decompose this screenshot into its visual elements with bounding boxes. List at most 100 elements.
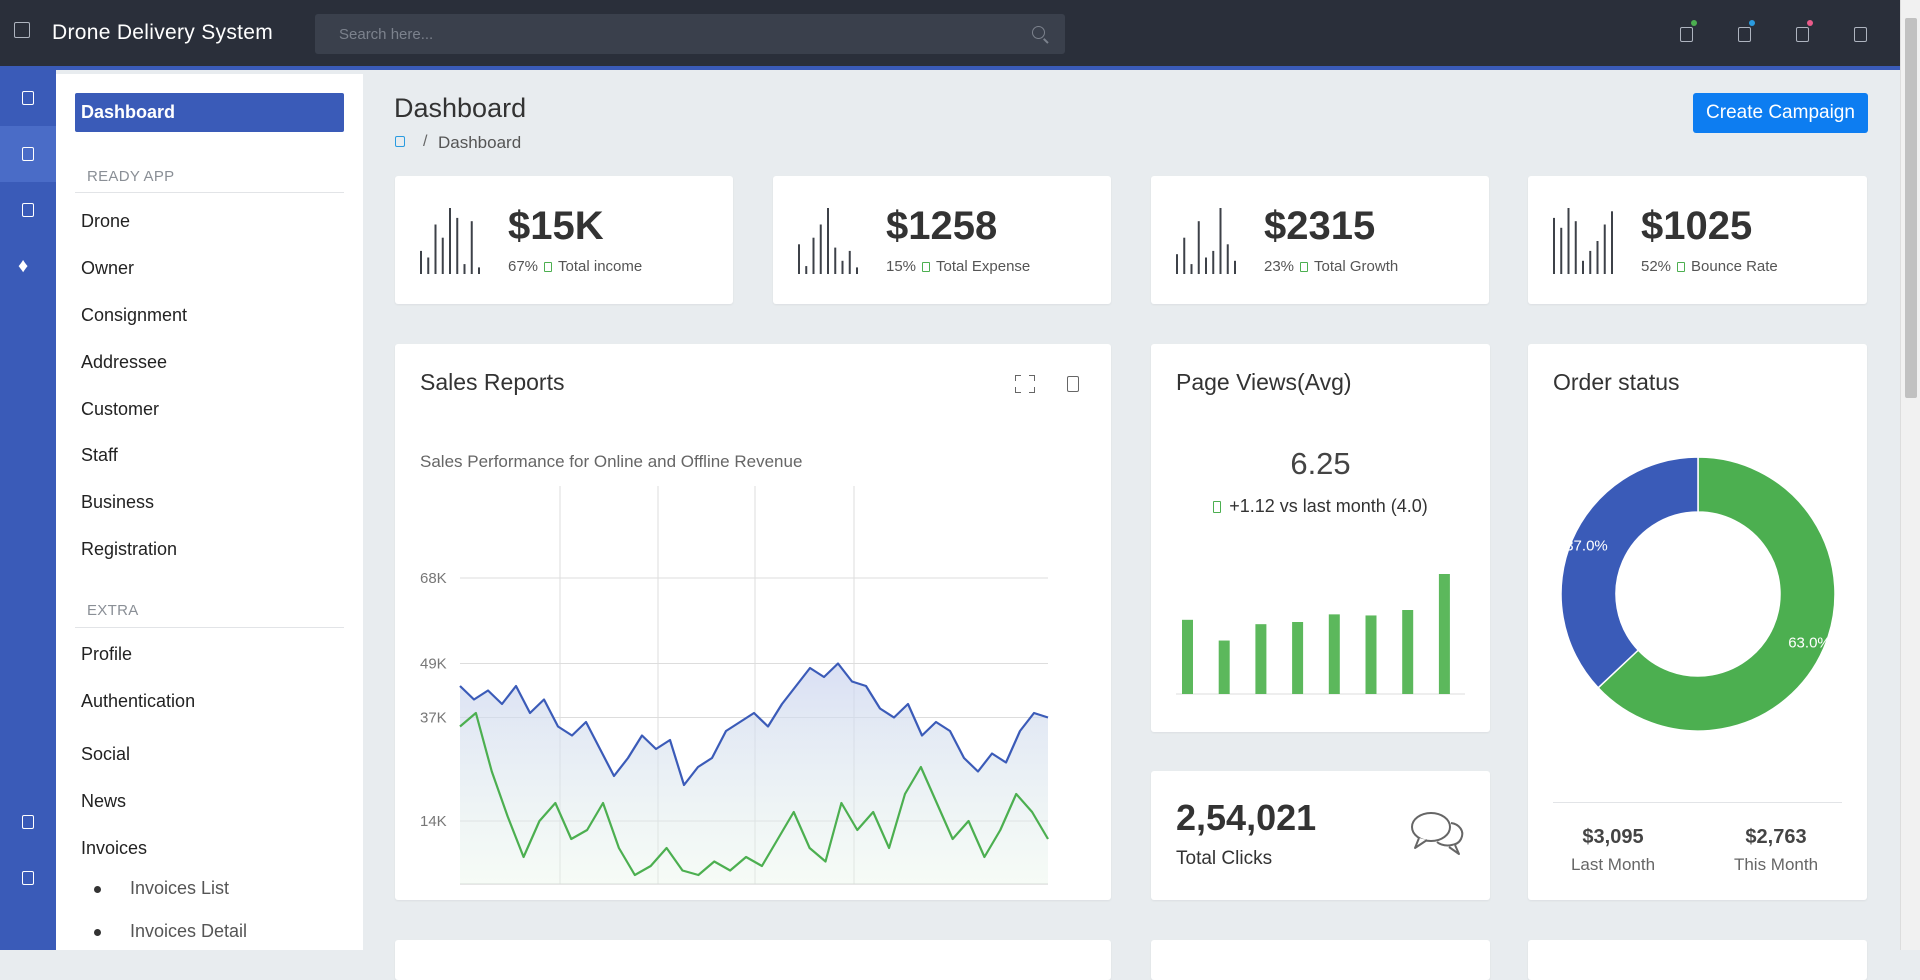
sidebar-item-news[interactable]: News: [81, 791, 126, 812]
mini-bar: [1589, 250, 1592, 274]
notification-icon[interactable]: [1680, 27, 1693, 42]
stat-caption: 23% Total Growth: [1264, 258, 1398, 275]
next-card: [1151, 940, 1490, 980]
sales-area-chart: 68K49K37K14KJAN 12FAB 24MARCH 18APR 31: [420, 486, 1049, 885]
rail-item-diamond[interactable]: ♦: [0, 238, 56, 294]
rail-item-dashboard[interactable]: [0, 126, 56, 182]
mail-dot: [1807, 20, 1813, 26]
search-input[interactable]: [315, 14, 1015, 54]
search-box: [315, 14, 1065, 54]
next-card: [395, 940, 1111, 980]
user-menu-icon[interactable]: [1854, 27, 1867, 42]
this-month-stat: $2,763 This Month: [1701, 826, 1851, 875]
page-scrollbar[interactable]: [1900, 0, 1920, 950]
mini-bar: [1234, 260, 1236, 274]
mini-bar: [441, 237, 444, 274]
mini-bar: [1596, 241, 1599, 274]
stat-minichart: [1553, 208, 1613, 274]
this-month-value: $2,763: [1745, 826, 1807, 848]
sidebar-item-invoices[interactable]: Invoices: [81, 838, 147, 859]
page-views-delta: +1.12 vs last month (4.0): [1151, 496, 1490, 517]
y-tick-label: 37K: [420, 710, 447, 727]
y-tick-label: 14K: [420, 813, 447, 830]
mini-bar: [856, 267, 858, 274]
mini-bar: [478, 267, 480, 274]
sidebar-item-addressee[interactable]: Addressee: [81, 352, 167, 373]
mini-bar: [841, 260, 844, 274]
mini-bar: [1560, 227, 1563, 274]
create-campaign-button[interactable]: Create Campaign: [1693, 93, 1868, 133]
order-status-card: Order status 63.0% 37.0% $3,095 Last Mont…: [1528, 344, 1867, 900]
sidebar-item-owner[interactable]: Owner: [81, 258, 134, 279]
menu-toggle-icon[interactable]: [14, 22, 30, 38]
mini-bar: [1205, 257, 1207, 274]
home-icon: [22, 91, 34, 105]
mini-bar: [812, 237, 815, 274]
section-label-ready-app: READY APP: [87, 168, 175, 185]
mini-bar: [1567, 208, 1570, 274]
divider: [75, 627, 344, 628]
stat-value: $1025: [1641, 204, 1753, 248]
sidebar-item-dashboard[interactable]: Dashboard: [75, 93, 344, 132]
download-icon[interactable]: [1067, 376, 1079, 392]
stat-percent: 23%: [1264, 258, 1295, 275]
stat-label: Bounce Rate: [1691, 258, 1778, 275]
diamond-icon: ♦: [18, 255, 29, 277]
mini-bar: [470, 221, 473, 274]
search-icon[interactable]: [1032, 26, 1045, 39]
sidebar-item-registration[interactable]: Registration: [81, 539, 177, 560]
mini-bar: [1190, 264, 1193, 274]
card-title: Sales Reports: [420, 369, 565, 395]
trend-icon: [544, 262, 553, 272]
stat-card-bounce: $1025 52% Bounce Rate: [1528, 176, 1867, 304]
last-month-label: Last Month: [1570, 855, 1656, 874]
fullscreen-icon[interactable]: [1015, 375, 1035, 393]
this-month-label: This Month: [1733, 855, 1819, 874]
mail-icon[interactable]: [1796, 27, 1809, 42]
main-content: Dashboard / Dashboard Create Campaign $1…: [363, 74, 1900, 980]
stat-minichart: [1176, 208, 1236, 274]
sidebar-subitem-invoices-list[interactable]: Invoices List: [130, 878, 229, 899]
stat-card-income: $15K 67% Total income: [395, 176, 733, 304]
message-icon[interactable]: [1738, 27, 1751, 42]
app-brand[interactable]: Drone Delivery System: [52, 21, 273, 45]
mini-bar: [427, 257, 430, 274]
stat-caption: 52% Bounce Rate: [1641, 258, 1778, 275]
rail-item-settings[interactable]: [0, 794, 56, 850]
last-month-value: $3,095: [1582, 826, 1644, 848]
sidebar-item-authentication[interactable]: Authentication: [81, 691, 195, 712]
y-tick-label: 49K: [420, 656, 447, 673]
rail-item-apps[interactable]: [0, 182, 56, 238]
sidebar-item-social[interactable]: Social: [81, 744, 130, 765]
sidebar-subitem-invoices-detail[interactable]: Invoices Detail: [130, 921, 247, 942]
trend-icon: [922, 262, 931, 272]
sidebar-item-drone[interactable]: Drone: [81, 211, 130, 232]
mini-bar: [1197, 221, 1200, 274]
total-clicks-value: 2,54,021: [1176, 797, 1317, 838]
mini-bar: [819, 224, 822, 274]
rail-item-power[interactable]: [0, 850, 56, 906]
next-card: [1528, 940, 1867, 980]
mini-bar: [434, 224, 437, 274]
sidebar-item-profile[interactable]: Profile: [81, 644, 132, 665]
sidebar-item-customer[interactable]: Customer: [81, 399, 159, 420]
trend-up-icon: [1213, 501, 1222, 513]
mini-bar: [1212, 250, 1215, 274]
stat-card-expense: $1258 15% Total Expense: [773, 176, 1111, 304]
top-navbar: Drone Delivery System: [0, 0, 1900, 70]
total-clicks-card: 2,54,021 Total Clicks: [1151, 771, 1490, 900]
scrollbar-thumb[interactable]: [1905, 18, 1917, 398]
sidebar-item-consignment[interactable]: Consignment: [81, 305, 187, 326]
trend-icon: [1677, 262, 1686, 272]
sales-report-card: Sales Reports Sales Performance for Onli…: [395, 344, 1111, 900]
donut-slice: [1560, 456, 1699, 689]
chart-subtitle: Sales Performance for Online and Offline…: [420, 452, 803, 471]
rail-item-home[interactable]: [0, 70, 56, 126]
sidebar-item-business[interactable]: Business: [81, 492, 154, 513]
stat-percent: 52%: [1641, 258, 1672, 275]
sidebar-item-staff[interactable]: Staff: [81, 445, 118, 466]
home-icon[interactable]: [395, 136, 405, 147]
card-title: Order status: [1553, 369, 1680, 395]
bullet-icon: [94, 886, 101, 893]
stat-caption: 67% Total income: [508, 258, 642, 275]
